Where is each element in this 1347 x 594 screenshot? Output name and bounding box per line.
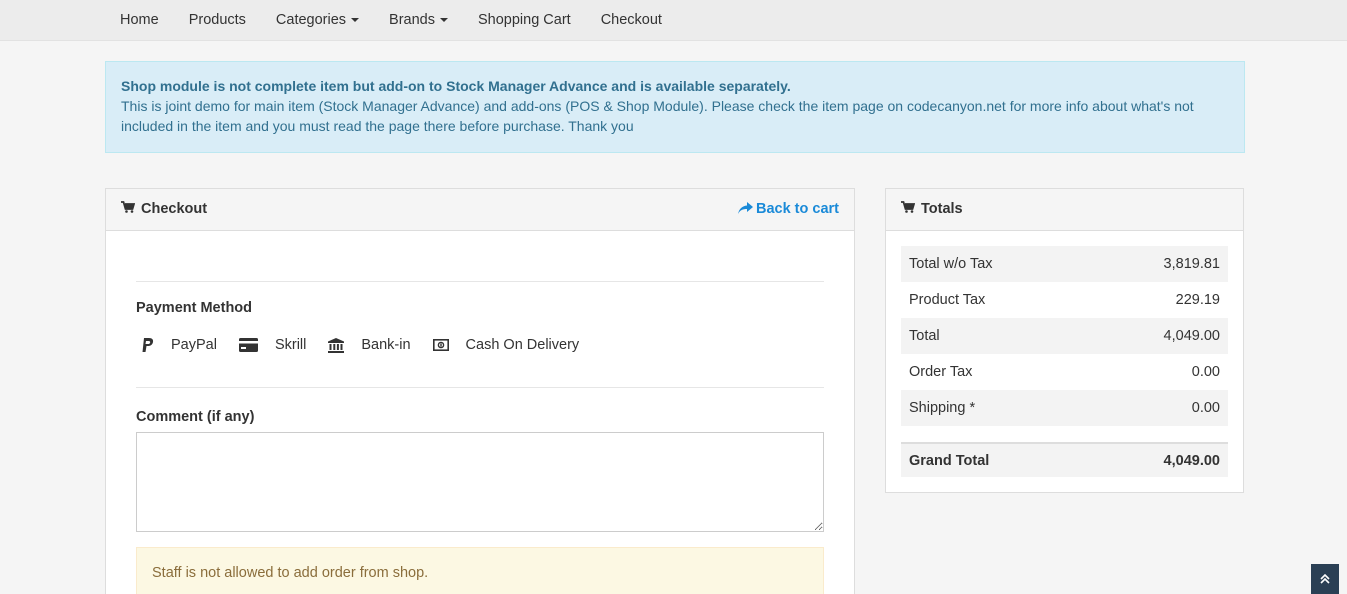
nav-home-label: Home [120, 12, 159, 28]
nav-menu: Home Products Categories Brands Shopping… [105, 0, 677, 41]
total-label: Total [909, 328, 940, 344]
top-navbar: Home Products Categories Brands Shopping… [0, 0, 1347, 41]
notice-body: This is joint demo for main item (Stock … [121, 98, 1194, 134]
payment-option-paypal[interactable]: PayPal [142, 337, 217, 353]
total-wo-tax-value: 3,819.81 [1163, 256, 1220, 272]
order-tax-label: Order Tax [909, 364, 973, 380]
shopping-cart-icon [901, 189, 916, 229]
nav-checkout-label: Checkout [600, 12, 662, 28]
skrill-label: Skrill [274, 337, 307, 353]
nav-shopping-cart[interactable]: Shopping Cart [463, 0, 586, 41]
money-icon [432, 339, 449, 351]
shipping-value: 0.00 [1191, 400, 1220, 416]
payment-option-bank-in[interactable]: Bank-in [328, 337, 411, 353]
checkout-panel: Checkout Back to cart Payment Method Pay… [105, 188, 855, 594]
divider [136, 387, 824, 388]
checkout-title: Checkout [141, 201, 208, 217]
payment-method-label: Payment Method [136, 300, 253, 316]
grand-total-value: 4,049.00 [1163, 452, 1220, 469]
totals-panel-heading: Totals [886, 189, 1243, 231]
grand-total-label: Grand Total [909, 452, 990, 469]
nav-checkout[interactable]: Checkout [586, 0, 677, 41]
order-tax-value: 0.00 [1191, 364, 1220, 380]
totals-row-shipping: Shipping * 0.00 [901, 390, 1228, 426]
nav-shopping-cart-label: Shopping Cart [478, 12, 571, 28]
back-to-cart-label: Back to cart [755, 201, 839, 217]
caret-down-icon [440, 18, 448, 23]
payment-option-skrill[interactable]: Skrill [238, 337, 307, 353]
comment-textarea[interactable] [136, 432, 824, 532]
back-to-cart-link[interactable]: Back to cart [737, 189, 839, 229]
info-notice: Shop module is not complete item but add… [105, 61, 1245, 153]
totals-title: Totals [921, 201, 963, 217]
bank-icon [328, 337, 345, 353]
totals-panel: Totals Total w/o Tax 3,819.81 Product Tax… [885, 188, 1244, 493]
staff-warning-text: Staff is not allowed to add order from s… [152, 565, 429, 581]
payment-option-cash-on-delivery[interactable]: Cash On Delivery [432, 337, 580, 353]
totals-row-total: Total 4,049.00 [901, 318, 1228, 354]
nav-categories-label: Categories [275, 12, 347, 28]
paypal-icon [142, 337, 154, 352]
totals-row-product-tax: Product Tax 229.19 [901, 282, 1228, 318]
product-tax-value: 229.19 [1175, 292, 1220, 308]
staff-warning-alert: Staff is not allowed to add order from s… [136, 547, 824, 594]
product-tax-label: Product Tax [909, 292, 986, 308]
payment-methods: PayPal Skrill Bank-in Cash On Delivery [142, 337, 601, 353]
total-wo-tax-label: Total w/o Tax [909, 256, 993, 272]
totals-table: Total w/o Tax 3,819.81 Product Tax 229.19 … [901, 246, 1228, 477]
scroll-to-top-button[interactable] [1311, 564, 1339, 594]
cash-on-delivery-label: Cash On Delivery [465, 337, 580, 353]
total-value: 4,049.00 [1163, 328, 1220, 344]
double-chevron-up-icon [1320, 574, 1330, 584]
share-icon [737, 202, 753, 214]
totals-row-order-tax: Order Tax 0.00 [901, 354, 1228, 390]
credit-card-icon [238, 338, 258, 352]
nav-home[interactable]: Home [105, 0, 174, 41]
bank-in-label: Bank-in [361, 337, 411, 353]
notice-title: Shop module is not complete item but add… [121, 78, 791, 94]
shopping-cart-icon [121, 189, 136, 229]
divider [136, 281, 824, 282]
nav-products[interactable]: Products [174, 0, 261, 41]
nav-brands-dropdown[interactable]: Brands [374, 0, 463, 41]
shipping-label: Shipping * [909, 400, 976, 416]
totals-row-grand-total: Grand Total 4,049.00 [901, 442, 1228, 477]
nav-brands-label: Brands [389, 12, 435, 28]
caret-down-icon [351, 18, 360, 23]
checkout-panel-heading: Checkout Back to cart [106, 189, 854, 231]
nav-categories-dropdown[interactable]: Categories [261, 0, 374, 41]
comment-label: Comment (if any) [136, 409, 255, 425]
nav-products-label: Products [188, 12, 246, 28]
paypal-label: PayPal [171, 337, 217, 353]
totals-row-total-wo-tax: Total w/o Tax 3,819.81 [901, 246, 1228, 282]
